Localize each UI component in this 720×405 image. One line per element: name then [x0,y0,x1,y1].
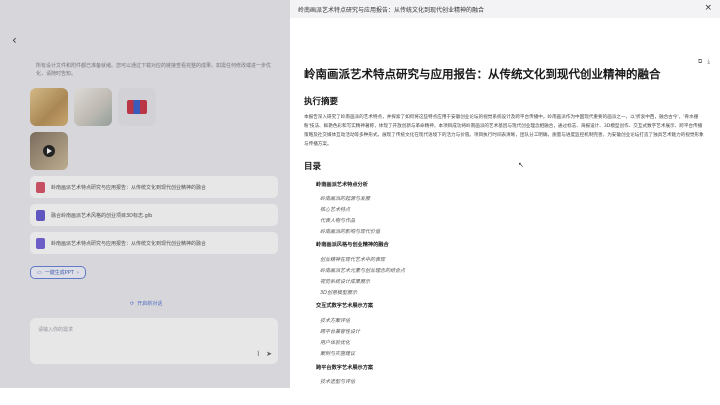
exec-summary-text: 本报告深入研究了岭南画派的艺术特点，并探索了如何将这些特点应用于安徽创业论坛的视… [304,115,704,147]
toc-item[interactable]: 技术选型与评估 [320,378,355,385]
toc-section-heading[interactable]: 交互式数字艺术展示方案 [316,302,373,309]
toc-item[interactable]: 跨平台兼容性设计 [320,328,360,335]
viewer-title: 岭南画派艺术特点研究与应用报告：从传统文化到现代创业精神的融合 [298,6,485,14]
doc-toolbar: ⧉ ⤓ [698,58,710,66]
document-viewer: 岭南画派艺术特点研究与应用报告：从传统文化到现代创业精神的融合 × ⧉ ⤓ 岭南… [290,0,720,405]
mouse-cursor-icon: ↖ [518,161,524,169]
chat-pane: ‹ 所有设计文件和附件都已准备就绪。您可以通过下载对应的链接查看完整的成果。如需… [0,0,290,405]
exec-summary-heading: 执行摘要 [304,97,339,107]
toc-section-heading[interactable]: 跨平台数字艺术展示方案 [316,364,373,371]
toc-item[interactable]: 岭南画派的影响与现代价值 [320,228,380,235]
download-icon[interactable]: ⤓ [707,58,710,66]
toc-item[interactable]: 用户体验优化 [320,339,350,346]
toc-section-heading[interactable]: 岭南画派风格与创业精神的融合 [316,241,389,248]
toc-item[interactable]: 岭南画派艺术元素与创业理念的结合点 [320,267,405,274]
toc-item[interactable]: 3D创意模型展示 [320,289,357,296]
toc-heading: 目录 [304,162,322,172]
document-title: 岭南画派艺术特点研究与应用报告：从传统文化到现代创业精神的融合 [304,67,661,81]
toc-item[interactable]: 技术方案评估 [320,317,350,324]
toc-item[interactable]: 创业精神在现代艺术中的表现 [320,256,385,263]
close-icon[interactable]: × [704,4,712,13]
overlay-dim [0,0,290,405]
viewer-header: 岭南画派艺术特点研究与应用报告：从传统文化到现代创业精神的融合 × [290,0,720,18]
toc-item[interactable]: 视觉系统设计成果展示 [320,278,370,285]
toc-item[interactable]: 岭南画派的起源与发展 [320,195,370,202]
bottom-margin [0,388,720,405]
toc-section-heading[interactable]: 岭南画派艺术特点分析 [316,181,368,188]
toc-item[interactable]: 案例与实施建议 [320,350,355,357]
toc-item[interactable]: 代表人物与作品 [320,217,355,224]
copy-icon[interactable]: ⧉ [698,58,702,66]
toc-item[interactable]: 核心艺术特点 [320,206,350,213]
